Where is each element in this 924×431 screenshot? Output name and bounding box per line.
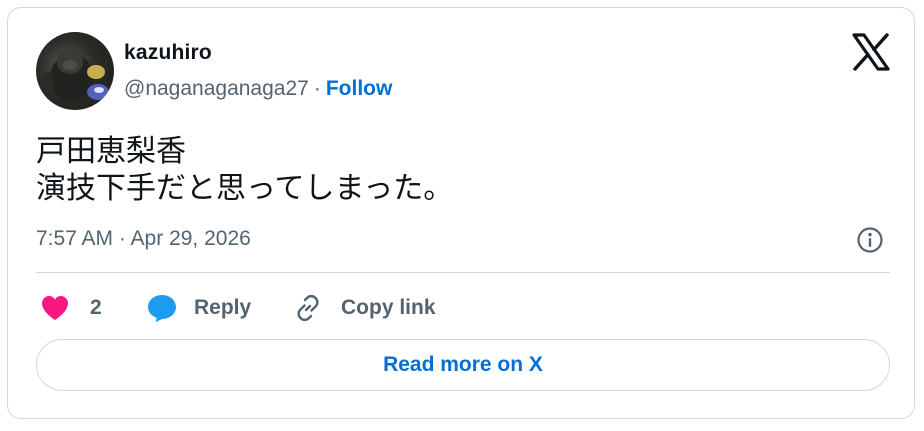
speech-bubble-icon: [148, 295, 176, 322]
like-count: 2: [90, 296, 102, 319]
read-more-button[interactable]: Read more on X: [36, 339, 890, 391]
author-handle-row: @naganaganaga27 · Follow: [124, 77, 392, 101]
tweet-text-line: 演技下手だと思ってしまった。: [36, 171, 454, 206]
info-icon[interactable]: [856, 226, 884, 254]
divider: [36, 272, 890, 273]
author-name[interactable]: kazuhiro: [124, 41, 212, 65]
heart-icon: [42, 296, 68, 320]
copy-link-label: Copy link: [341, 296, 436, 319]
tweet-card: kazuhiro @naganaganaga27 · Follow 戸田恵梨香 演技…: [7, 7, 915, 419]
tweet-text-line: 戸田恵梨香: [36, 134, 186, 169]
link-icon: [297, 294, 319, 322]
follow-button[interactable]: Follow: [326, 77, 393, 100]
like-button[interactable]: 2: [40, 290, 102, 326]
avatar-image: [42, 50, 109, 102]
handle-separator: ·: [313, 77, 321, 100]
reply-button[interactable]: Reply: [146, 290, 251, 326]
tweet-text: 戸田恵梨香 演技下手だと思ってしまった。: [36, 133, 453, 207]
x-logo-icon[interactable]: [851, 32, 891, 72]
avatar[interactable]: [36, 32, 114, 110]
tweet-timestamp[interactable]: 7:57 AM · Apr 29, 2026: [36, 227, 251, 251]
author-handle[interactable]: @naganaganaga27: [124, 77, 309, 100]
copy-link-button[interactable]: Copy link: [293, 290, 436, 326]
reply-label: Reply: [194, 296, 252, 319]
